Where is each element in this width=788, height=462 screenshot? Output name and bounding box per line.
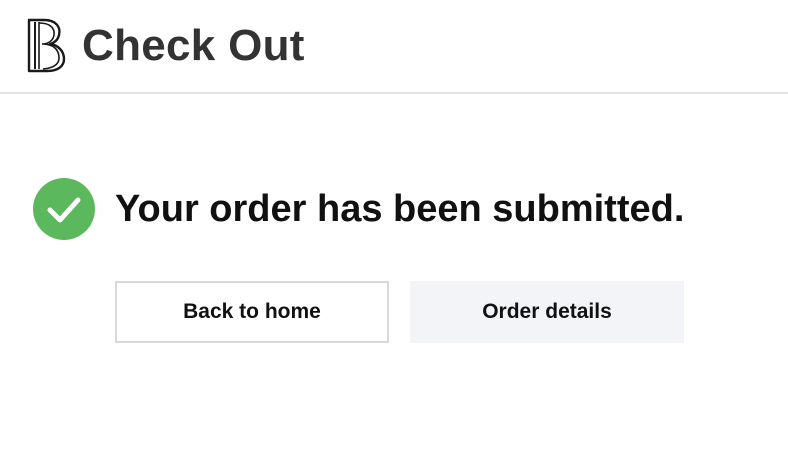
check-circle-icon (33, 178, 95, 240)
order-confirmation: Your order has been submitted. (33, 178, 684, 240)
confirmation-message: Your order has been submitted. (115, 188, 685, 230)
page-title: Check Out (82, 21, 305, 70)
brand-logo-b-icon[interactable] (26, 17, 68, 73)
page-header: Check Out (0, 0, 788, 94)
order-details-button[interactable]: Order details (410, 281, 684, 343)
back-to-home-button[interactable]: Back to home (115, 281, 389, 343)
